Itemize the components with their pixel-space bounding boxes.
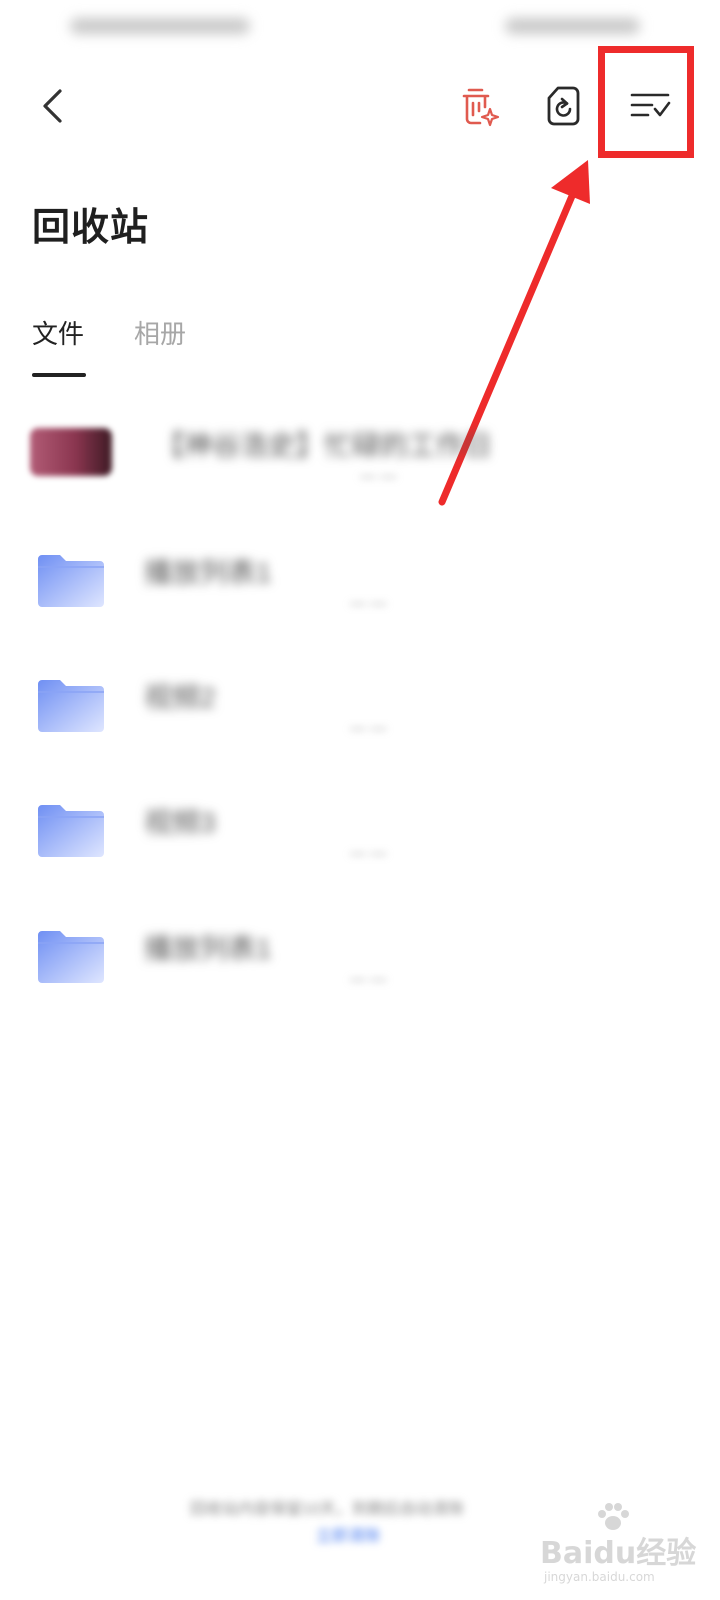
footer-clear-link[interactable]: 立即清除 [316,1522,380,1546]
folder-icon [38,555,104,607]
tab-files[interactable]: 文件 [32,314,84,351]
file-meta: — — [350,720,387,737]
annotation-highlight-box [598,46,694,158]
list-item[interactable]: 视频3 — — [0,783,720,893]
restore-button[interactable] [536,78,592,134]
folder-icon [38,805,104,857]
file-meta: — — [350,845,387,862]
file-meta: — — [360,468,397,485]
status-right-blur [505,18,640,34]
file-name: 【神谷浩史】忙碌的工作日 [156,430,493,461]
chevron-left-icon [43,89,62,123]
file-restore-icon [547,86,580,126]
active-tab-indicator [32,373,86,377]
trash-sparkle-icon [462,88,500,127]
watermark-url: jingyan.baidu.com [544,1570,655,1584]
folder-icon [38,931,104,983]
page-title: 回收站 [32,207,150,249]
baidu-jingyan-watermark: Baidu经验 jingyan.baidu.com [540,1500,710,1590]
file-name: 视频3 [144,807,216,838]
list-item[interactable]: 视频2 — — [0,658,720,768]
recycle-bin-screen: 回收站 文件 相册 【神谷浩史】忙碌的工作日 — — 播放列表1 — — 视频2 [0,0,720,1600]
list-item[interactable]: 播放列表1 — — [0,533,720,643]
file-name: 播放列表1 [144,557,272,588]
list-item[interactable]: 播放列表1 — — [0,909,720,1019]
file-name: 视频2 [144,682,216,713]
smart-clean-button[interactable] [452,78,508,134]
footer-note: 回收站内容保留10天，到期后自动清除 [190,1501,464,1518]
file-meta: — — [350,595,387,612]
video-thumbnail [30,428,112,476]
list-item[interactable]: 【神谷浩史】忙碌的工作日 — — [0,408,720,518]
tab-album[interactable]: 相册 [134,314,186,351]
watermark-text: Baidu经验 [540,1536,697,1571]
file-meta: — — [350,971,387,988]
folder-icon [38,680,104,732]
back-button[interactable] [26,78,78,134]
status-left-blur [70,18,250,34]
file-name: 播放列表1 [144,933,272,964]
